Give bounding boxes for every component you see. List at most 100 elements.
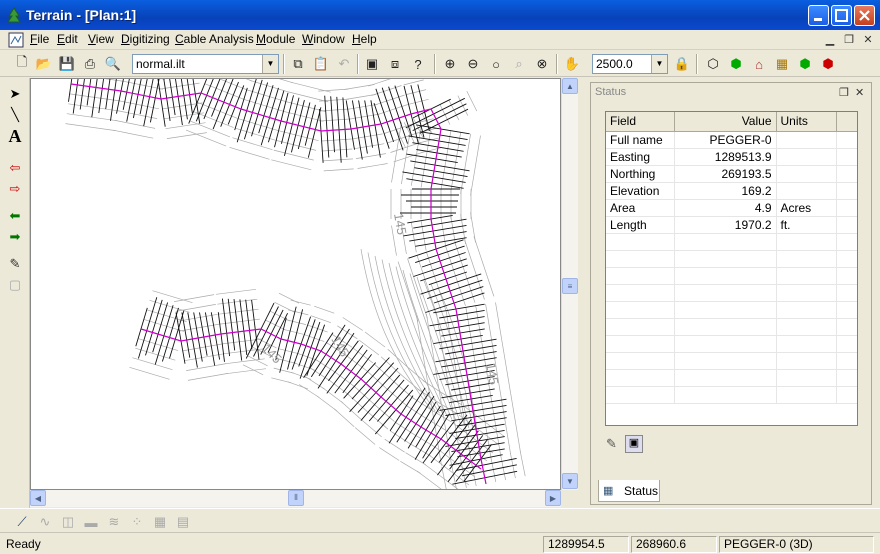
- export-icon[interactable]: ▣: [625, 435, 643, 453]
- copy-icon[interactable]: ⧉: [288, 54, 308, 74]
- house-icon[interactable]: ⌂: [749, 54, 769, 74]
- mdi-close-icon[interactable]: ✕: [860, 33, 876, 47]
- zoom-out-icon[interactable]: ⊖: [463, 54, 483, 74]
- table-row[interactable]: Area 4.9 Acres: [606, 199, 857, 217]
- open-folder-icon[interactable]: 📂: [34, 54, 54, 74]
- zoom-icon[interactable]: ○: [486, 54, 506, 74]
- table-row[interactable]: Full name PEGGER-0: [606, 131, 857, 149]
- table-row-empty: [606, 352, 857, 370]
- cube-wire-icon[interactable]: ⬡: [703, 54, 723, 74]
- new-file-icon[interactable]: 🗋: [12, 54, 32, 74]
- toolbar-separator: [696, 54, 698, 74]
- horizontal-scrollbar[interactable]: ◀ ⦀ ▶: [30, 490, 561, 507]
- chevron-down-icon[interactable]: ▼: [262, 55, 278, 73]
- save-icon[interactable]: 💾: [57, 54, 77, 74]
- table-row[interactable]: Elevation 169.2: [606, 182, 857, 200]
- menu-help[interactable]: Help: [352, 32, 377, 46]
- column-header-field[interactable]: Field: [606, 112, 675, 132]
- minimize-button[interactable]: [808, 5, 829, 26]
- cell-empty: [606, 386, 675, 404]
- contour-tool-icon[interactable]: ≋: [104, 512, 124, 532]
- column-header-units[interactable]: Units: [776, 112, 837, 132]
- close-button[interactable]: [854, 5, 875, 26]
- line-tool-icon[interactable]: ╲: [5, 105, 25, 125]
- cube-delete-icon[interactable]: ⬢: [818, 54, 838, 74]
- cross-section-line: [245, 299, 253, 350]
- contour-line: [475, 135, 481, 166]
- layer-file-value: normal.ilt: [136, 57, 185, 71]
- cell-empty: [606, 318, 675, 336]
- main-toolbar: 🗋 📂 💾 ⎙ 🔍 normal.ilt ▼ ⧉ 📋 ↶ ▣ ⧈ ? ⊕ ⊖ ○…: [0, 51, 880, 77]
- scroll-down-icon[interactable]: ▼: [562, 473, 578, 489]
- print-icon[interactable]: ⎙: [80, 54, 100, 74]
- cell-empty: [776, 352, 837, 370]
- cube-disabled-icon[interactable]: ▢: [5, 275, 25, 295]
- arrow-right-icon[interactable]: ⇨: [5, 179, 25, 199]
- text-tool-icon[interactable]: A: [5, 126, 25, 146]
- table-row[interactable]: Length 1970.2 ft.: [606, 216, 857, 234]
- surface-tool-icon[interactable]: ▬: [81, 512, 101, 532]
- contour-line: [495, 302, 501, 333]
- table-row[interactable]: Northing 269193.5: [606, 165, 857, 183]
- table-row[interactable]: Easting 1289513.9: [606, 148, 857, 166]
- menu-module[interactable]: Module: [256, 32, 295, 46]
- scroll-left-icon[interactable]: ◀: [30, 490, 46, 506]
- grid-tool-icon[interactable]: ▦: [150, 512, 170, 532]
- curve-tool-icon[interactable]: ∿: [35, 512, 55, 532]
- select-arrow-icon[interactable]: ➤: [5, 84, 25, 104]
- pan-hand-icon[interactable]: ✋: [562, 54, 582, 74]
- paste-icon[interactable]: 📋: [311, 54, 331, 74]
- vertical-scrollbar[interactable]: ▲ ≡ ▼: [561, 78, 578, 490]
- layers-icon[interactable]: ⧈: [385, 54, 405, 74]
- frame-icon[interactable]: ▦: [772, 54, 792, 74]
- arrow-forward-green-icon[interactable]: ➡: [5, 227, 25, 247]
- cube-refresh-icon[interactable]: ⬢: [795, 54, 815, 74]
- brush-icon[interactable]: ✎: [606, 436, 624, 454]
- scroll-up-icon[interactable]: ▲: [562, 78, 578, 94]
- table-tool-icon[interactable]: ▤: [173, 512, 193, 532]
- scale-select[interactable]: 2500.0 ▼: [592, 54, 668, 74]
- menu-edit[interactable]: Edit: [57, 32, 78, 46]
- mdi-minimize-icon[interactable]: ▁: [822, 33, 838, 47]
- properties-icon[interactable]: ▣: [362, 54, 382, 74]
- points-tool-icon[interactable]: ⁘: [127, 512, 147, 532]
- scroll-right-icon[interactable]: ▶: [545, 490, 561, 506]
- panel-restore-icon[interactable]: ❐: [839, 86, 849, 99]
- undo-icon[interactable]: ↶: [334, 54, 354, 74]
- contour-line: [500, 332, 506, 363]
- panel-close-icon[interactable]: ✕: [855, 86, 864, 99]
- chevron-down-icon[interactable]: ▼: [651, 55, 667, 73]
- document-system-icon[interactable]: [8, 32, 24, 48]
- cell-units: [776, 131, 837, 149]
- mdi-restore-icon[interactable]: ❐: [841, 33, 857, 47]
- arrow-left-icon[interactable]: ⇦: [5, 158, 25, 178]
- horizontal-scroll-thumb[interactable]: ⦀: [288, 490, 304, 506]
- menu-window[interactable]: Window: [302, 32, 345, 46]
- lock-icon[interactable]: 🔒: [672, 54, 692, 74]
- menu-digitizing[interactable]: Digitizing: [121, 32, 170, 46]
- menu-cable-analysis[interactable]: Cable Analysis: [175, 32, 254, 46]
- solid-tool-icon[interactable]: ◫: [58, 512, 78, 532]
- cell-empty: [776, 335, 837, 353]
- vertical-scroll-thumb[interactable]: ≡: [562, 278, 578, 294]
- maximize-button[interactable]: [831, 5, 852, 26]
- menu-file[interactable]: File: [30, 32, 49, 46]
- layer-file-select[interactable]: normal.ilt ▼: [132, 54, 279, 74]
- zoom-extents-icon[interactable]: ⊗: [532, 54, 552, 74]
- cell-empty: [606, 369, 675, 387]
- menu-view[interactable]: View: [88, 32, 114, 46]
- pencil-icon[interactable]: ✎: [5, 254, 25, 274]
- contour-line: [450, 215, 457, 246]
- zoom-window-icon[interactable]: ⌕: [509, 54, 529, 74]
- zoom-in-icon[interactable]: ⊕: [440, 54, 460, 74]
- tab-status[interactable]: ▦ Status: [598, 480, 660, 502]
- help-pointer-icon[interactable]: ?: [408, 54, 428, 74]
- cell-units: [776, 182, 837, 200]
- arrow-back-green-icon[interactable]: ⬅: [5, 206, 25, 226]
- profile-tool-icon[interactable]: ⟋: [12, 512, 32, 532]
- cube-green-icon[interactable]: ⬢: [726, 54, 746, 74]
- cell-empty: [674, 386, 777, 404]
- plan-canvas[interactable]: 145 145 145 145: [30, 78, 561, 490]
- column-header-value[interactable]: Value: [674, 112, 777, 132]
- print-preview-icon[interactable]: 🔍: [103, 54, 123, 74]
